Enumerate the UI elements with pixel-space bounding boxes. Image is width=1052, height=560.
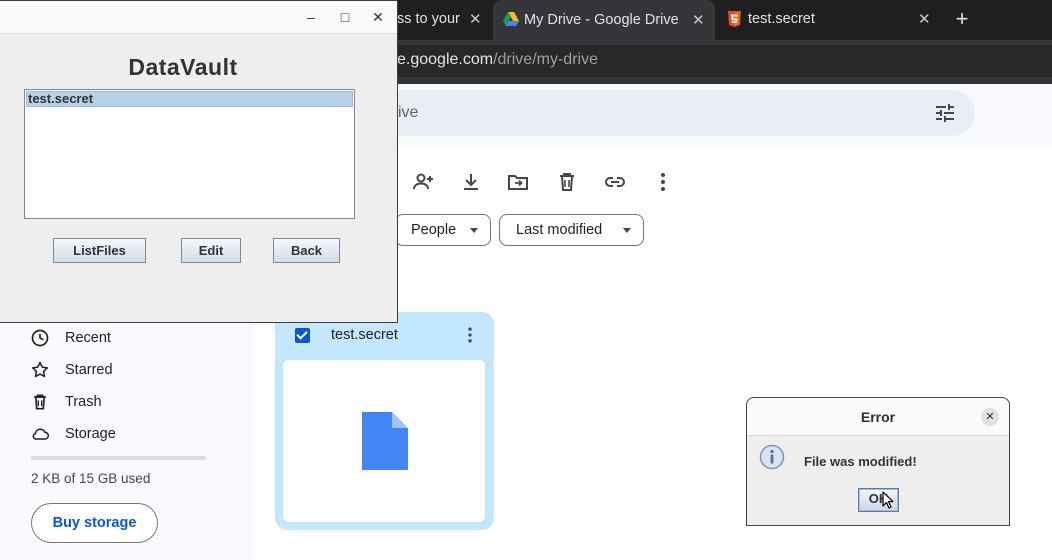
- more-options-icon[interactable]: [651, 170, 675, 194]
- sidebar-item-storage[interactable]: Storage: [30, 424, 116, 444]
- error-message: File was modified!: [804, 454, 917, 469]
- document-icon: [362, 412, 408, 470]
- copy-link-icon[interactable]: [603, 170, 627, 194]
- google-drive-icon: [503, 12, 519, 26]
- storage-usage-bar: [31, 456, 206, 460]
- tab-google-drive[interactable]: My Drive - Google Drive ✕: [493, 0, 715, 40]
- download-icon[interactable]: [459, 170, 483, 194]
- file-card[interactable]: test.secret: [275, 312, 494, 530]
- file-checkbox[interactable]: [295, 328, 310, 343]
- close-icon[interactable]: ✕: [981, 408, 999, 426]
- edit-button[interactable]: Edit: [181, 238, 241, 263]
- mouse-cursor-icon: [882, 491, 894, 509]
- sidebar-item-trash[interactable]: Trash: [30, 392, 102, 412]
- cloud-icon: [32, 428, 49, 440]
- chevron-down-icon: [623, 228, 631, 233]
- chip-label: People: [411, 222, 457, 238]
- maximize-icon[interactable]: □: [336, 8, 354, 26]
- sidebar-item-label: Trash: [65, 394, 102, 410]
- sidebar-item-label: Storage: [65, 426, 116, 442]
- error-dialog: Error ✕ File was modified! OK: [746, 397, 1010, 526]
- sidebar-item-label: Recent: [65, 330, 111, 346]
- sidebar-item-recent[interactable]: Recent: [30, 328, 111, 348]
- minimize-icon[interactable]: –: [302, 8, 320, 26]
- url-path: /drive/my-drive: [493, 51, 598, 68]
- datavault-file-list[interactable]: test.secret: [24, 89, 355, 219]
- tab-close-icon[interactable]: ✕: [469, 10, 482, 28]
- drive-search-box[interactable]: ive: [340, 90, 975, 136]
- list-files-button[interactable]: ListFiles: [53, 238, 146, 263]
- trash-icon[interactable]: [555, 170, 579, 194]
- tab-title: test.secret: [748, 11, 815, 27]
- chevron-down-icon: [470, 228, 478, 233]
- search-placeholder: ive: [398, 104, 419, 121]
- tab-partial[interactable]: ss to your ✕: [397, 0, 489, 37]
- move-to-folder-icon[interactable]: [506, 170, 530, 194]
- tab-close-icon[interactable]: ✕: [692, 11, 705, 29]
- new-tab-button[interactable]: +: [951, 6, 973, 32]
- datavault-titlebar[interactable]: – □ ✕: [0, 1, 397, 34]
- filter-last-modified-chip[interactable]: Last modified: [499, 214, 644, 246]
- list-item[interactable]: test.secret: [26, 91, 353, 107]
- file-name: test.secret: [331, 327, 398, 343]
- trash-icon: [34, 394, 46, 410]
- file-thumbnail[interactable]: [283, 360, 485, 522]
- url-host: e.google.com: [397, 51, 494, 68]
- star-icon: [31, 361, 49, 378]
- share-add-person-icon[interactable]: [411, 170, 435, 194]
- filter-people-chip[interactable]: People: [395, 214, 491, 246]
- tab-title: My Drive - Google Drive: [524, 12, 679, 28]
- html5-icon: [728, 11, 741, 27]
- tab-title: ss to your: [397, 11, 460, 27]
- error-dialog-titlebar[interactable]: Error ✕: [747, 398, 1009, 436]
- sidebar-item-label: Starred: [65, 362, 113, 378]
- url-text[interactable]: e.google.com/drive/my-drive: [397, 51, 598, 69]
- back-button[interactable]: Back: [273, 238, 340, 263]
- datavault-window: – □ ✕ DataVault test.secret ListFiles Ed…: [0, 0, 398, 323]
- info-icon: [759, 444, 785, 470]
- storage-usage-text: 2 KB of 15 GB used: [31, 471, 151, 486]
- sidebar-item-starred[interactable]: Starred: [30, 360, 113, 380]
- tab-test-secret[interactable]: test.secret ✕: [717, 0, 939, 37]
- close-icon[interactable]: ✕: [369, 8, 387, 26]
- buy-storage-button[interactable]: Buy storage: [31, 503, 158, 543]
- tab-close-icon[interactable]: ✕: [918, 10, 931, 28]
- error-dialog-title: Error: [860, 409, 896, 425]
- datavault-title: DataVault: [128, 54, 238, 80]
- clock-icon: [31, 329, 49, 347]
- search-options-icon[interactable]: [933, 101, 957, 125]
- chip-label: Last modified: [516, 222, 603, 238]
- more-options-icon[interactable]: [460, 325, 480, 345]
